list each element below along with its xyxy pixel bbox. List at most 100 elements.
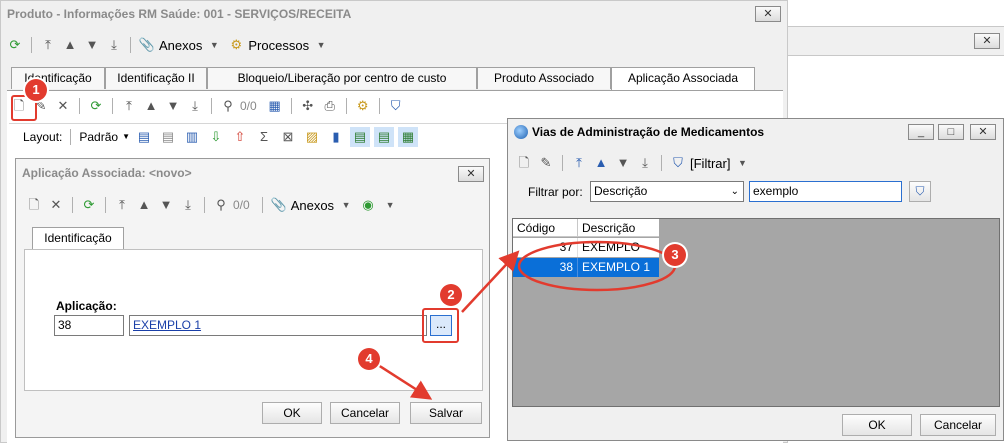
first-record-icon[interactable]: ⤒ (112, 195, 132, 215)
main-close-button[interactable]: ✕ (755, 6, 781, 22)
tab-aplicacao-associada[interactable]: Aplicação Associada (611, 67, 755, 90)
background-window: ✕ (786, 26, 1004, 56)
binoculars-icon[interactable]: ⚲ (211, 195, 231, 215)
chevron-down-icon[interactable]: ▼ (204, 35, 224, 55)
lookup-title: Vias de Administração de Medicamentos (532, 125, 765, 139)
dialog-close-button[interactable]: ✕ (458, 166, 484, 182)
processos-menu[interactable]: Processos (248, 38, 309, 53)
column-header-codigo[interactable]: Código (513, 219, 578, 236)
filter-field-select[interactable]: Descrição ⌄ (590, 181, 744, 202)
last-record-icon[interactable]: ⤓ (635, 153, 655, 173)
view-icon[interactable]: ▦ (398, 126, 418, 147)
grid-layout-icon[interactable]: ▤ (158, 127, 178, 147)
edit-record-icon[interactable]: ✎ (536, 153, 556, 173)
refresh-icon[interactable]: ⟳ (5, 35, 25, 55)
dialog-title: Aplicação Associada: <novo> (22, 166, 192, 180)
puzzle-icon[interactable]: ✣ (298, 96, 318, 116)
sum-icon[interactable]: Σ (254, 127, 274, 147)
view-icon[interactable]: ▤ (374, 126, 394, 147)
next-record-icon[interactable]: ▼ (613, 153, 633, 173)
previous-record-icon[interactable]: ▲ (591, 153, 611, 173)
processes-icon: ⚙ (230, 37, 243, 52)
last-record-icon[interactable]: ⤓ (178, 195, 198, 215)
lookup-close-button[interactable]: ✕ (970, 124, 996, 140)
next-record-icon[interactable]: ▼ (156, 195, 176, 215)
toolbar-separator (112, 98, 113, 114)
binoculars-icon[interactable]: ⚲ (218, 96, 238, 116)
filter-icon[interactable]: ⛉ (386, 96, 406, 116)
tab-bloqueio-liberacao[interactable]: Bloqueio/Liberação por centro de custo (207, 67, 477, 89)
background-close-button[interactable]: ✕ (974, 33, 1000, 49)
cancel-button[interactable]: Cancelar (330, 402, 400, 424)
dialog-titlebar: Aplicação Associada: <novo> (16, 159, 489, 187)
print-icon[interactable]: ⎙ (320, 96, 340, 116)
last-record-icon[interactable]: ⤓ (104, 35, 124, 55)
image-icon[interactable]: ▨ (302, 127, 322, 147)
chevron-down-icon[interactable]: ▼ (380, 195, 400, 215)
app-icon (514, 125, 528, 139)
main-title: Produto - Informações RM Saúde: 001 - SE… (7, 7, 352, 21)
last-record-icon[interactable]: ⤓ (185, 96, 205, 116)
aplicacao-code-field[interactable]: 38 (54, 315, 124, 336)
previous-record-icon[interactable]: ▲ (60, 35, 80, 55)
chevron-down-icon[interactable]: ▼ (122, 132, 130, 141)
view-icon[interactable]: ▤ (350, 126, 370, 147)
tab-produto-associado[interactable]: Produto Associado (477, 67, 611, 89)
anexos-menu[interactable]: Anexos (159, 38, 202, 53)
paperclip-icon[interactable]: 📎 (269, 195, 289, 215)
chevron-down-icon[interactable]: ▼ (311, 35, 331, 55)
next-record-icon[interactable]: ▼ (163, 96, 183, 116)
process-icon[interactable]: ⚙ (353, 96, 373, 116)
filter-icon[interactable]: ⛉ (668, 153, 688, 173)
toolbar-separator (79, 98, 80, 114)
save-button[interactable]: Salvar (410, 402, 482, 424)
delete-icon[interactable]: ✕ (46, 195, 66, 215)
next-record-icon[interactable]: ▼ (82, 35, 102, 55)
grid-layout-icon[interactable]: ▥ (182, 127, 202, 147)
lookup-ok-button[interactable]: OK (842, 414, 912, 436)
aplicacao-dialog: Aplicação Associada: <novo> ✕ 🗋 ✕ ⟳ ⤒ ▲ … (15, 158, 490, 438)
refresh-icon[interactable]: ⟳ (79, 195, 99, 215)
lookup-cancel-button[interactable]: Cancelar (920, 414, 996, 436)
paperclip-icon[interactable]: 📎 (137, 35, 157, 55)
cell-description: EXEMPLO (582, 240, 641, 254)
delete-icon[interactable]: ✕ (53, 96, 73, 116)
export-icon[interactable]: ⇩ (206, 127, 226, 147)
previous-record-icon[interactable]: ▲ (141, 96, 161, 116)
filtrar-menu[interactable]: [Filtrar] (690, 156, 730, 171)
globe-icon[interactable]: ◉ (358, 195, 378, 215)
dialog-tab-identificacao[interactable]: Identificação (32, 227, 124, 250)
calendar-icon[interactable]: ▦ (265, 96, 285, 116)
anexos-menu[interactable]: Anexos (291, 198, 334, 213)
padrao-dropdown[interactable]: Padrão (79, 130, 118, 144)
first-record-icon[interactable]: ⤒ (119, 96, 139, 116)
toolbar-separator (70, 128, 72, 145)
toolbar-separator (345, 98, 347, 114)
maximize-button[interactable]: □ (938, 124, 964, 140)
toolbar-separator (105, 197, 106, 213)
table-row[interactable]: 37 EXEMPLO (513, 238, 659, 257)
bar-chart-icon[interactable]: ▮ (326, 127, 346, 147)
filter-clear-icon[interactable]: ⊠ (278, 127, 298, 147)
minimize-button[interactable]: _ (908, 124, 934, 140)
ok-button[interactable]: OK (262, 402, 322, 424)
first-record-icon[interactable]: ⤒ (569, 153, 589, 173)
refresh-icon[interactable]: ⟳ (86, 96, 106, 116)
chevron-down-icon[interactable]: ▼ (336, 195, 356, 215)
filter-value-input[interactable]: exemplo (749, 181, 902, 202)
record-counter: 0/0 (233, 198, 250, 212)
previous-record-icon[interactable]: ▲ (134, 195, 154, 215)
dialog-toolbar: 🗋 ✕ ⟳ ⤒ ▲ ▼ ⤓ ⚲ 0/0 📎 Anexos ▼ ◉ ▼ (24, 193, 400, 217)
grid-layout-icon[interactable]: ▤ (134, 127, 154, 147)
import-icon[interactable]: ⇧ (230, 127, 250, 147)
chevron-down-icon[interactable]: ▼ (732, 153, 752, 173)
new-record-icon[interactable]: 🗋 (24, 195, 44, 215)
first-record-icon[interactable]: ⤒ (38, 35, 58, 55)
aplicacao-description-field[interactable]: EXEMPLO 1 (129, 315, 427, 336)
new-record-icon[interactable]: 🗋 (514, 153, 534, 173)
column-header-descricao[interactable]: Descrição (578, 219, 659, 236)
main-titlebar: Produto - Informações RM Saúde: 001 - SE… (1, 1, 787, 27)
apply-filter-button[interactable]: ⛉ (909, 181, 931, 202)
table-row-selected[interactable]: 38 EXEMPLO 1 (513, 258, 659, 277)
tab-identificacao-ii[interactable]: Identificação II (105, 67, 207, 89)
